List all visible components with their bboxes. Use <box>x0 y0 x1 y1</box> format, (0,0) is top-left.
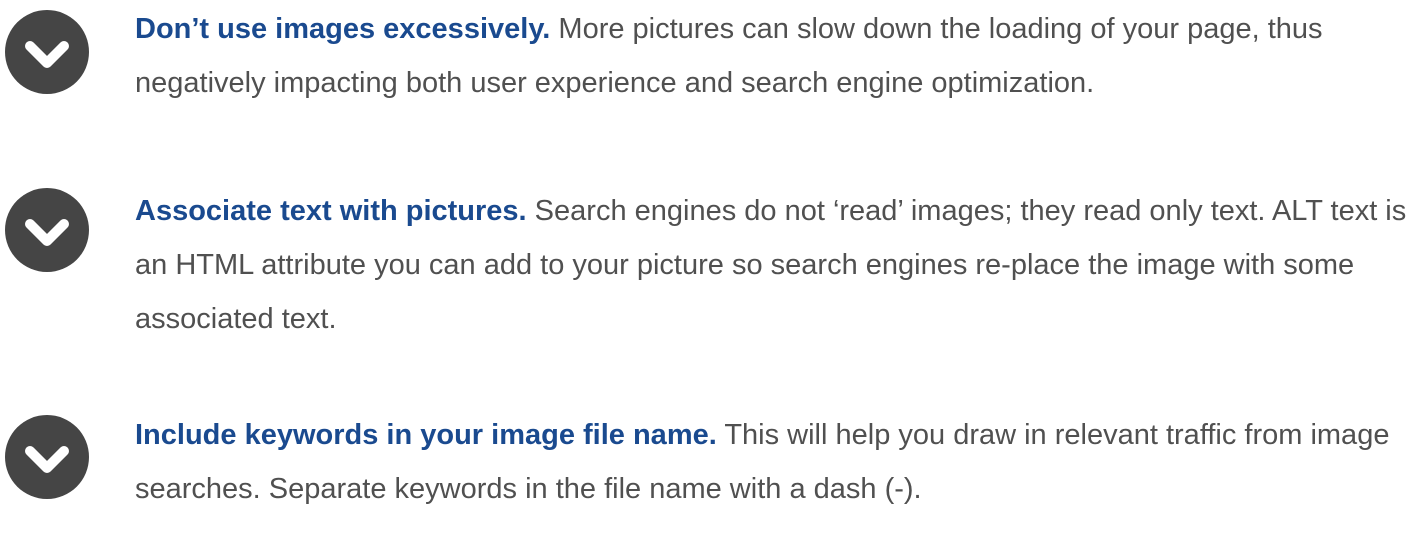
tip-paragraph: Associate text with pictures. Search eng… <box>135 184 1420 346</box>
chevron-down-circle-icon <box>5 415 89 499</box>
tip-heading: Associate text with pictures. <box>135 195 527 227</box>
tip-paragraph: Don’t use images excessively. More pictu… <box>135 2 1420 110</box>
tip-heading: Include keywords in your image file name… <box>135 419 717 451</box>
tip-paragraph: Include keywords in your image file name… <box>135 408 1420 516</box>
chevron-down-circle-icon <box>5 188 89 272</box>
chevron-down-circle-icon <box>5 10 89 94</box>
tip-heading: Don’t use images excessively. <box>135 13 551 45</box>
